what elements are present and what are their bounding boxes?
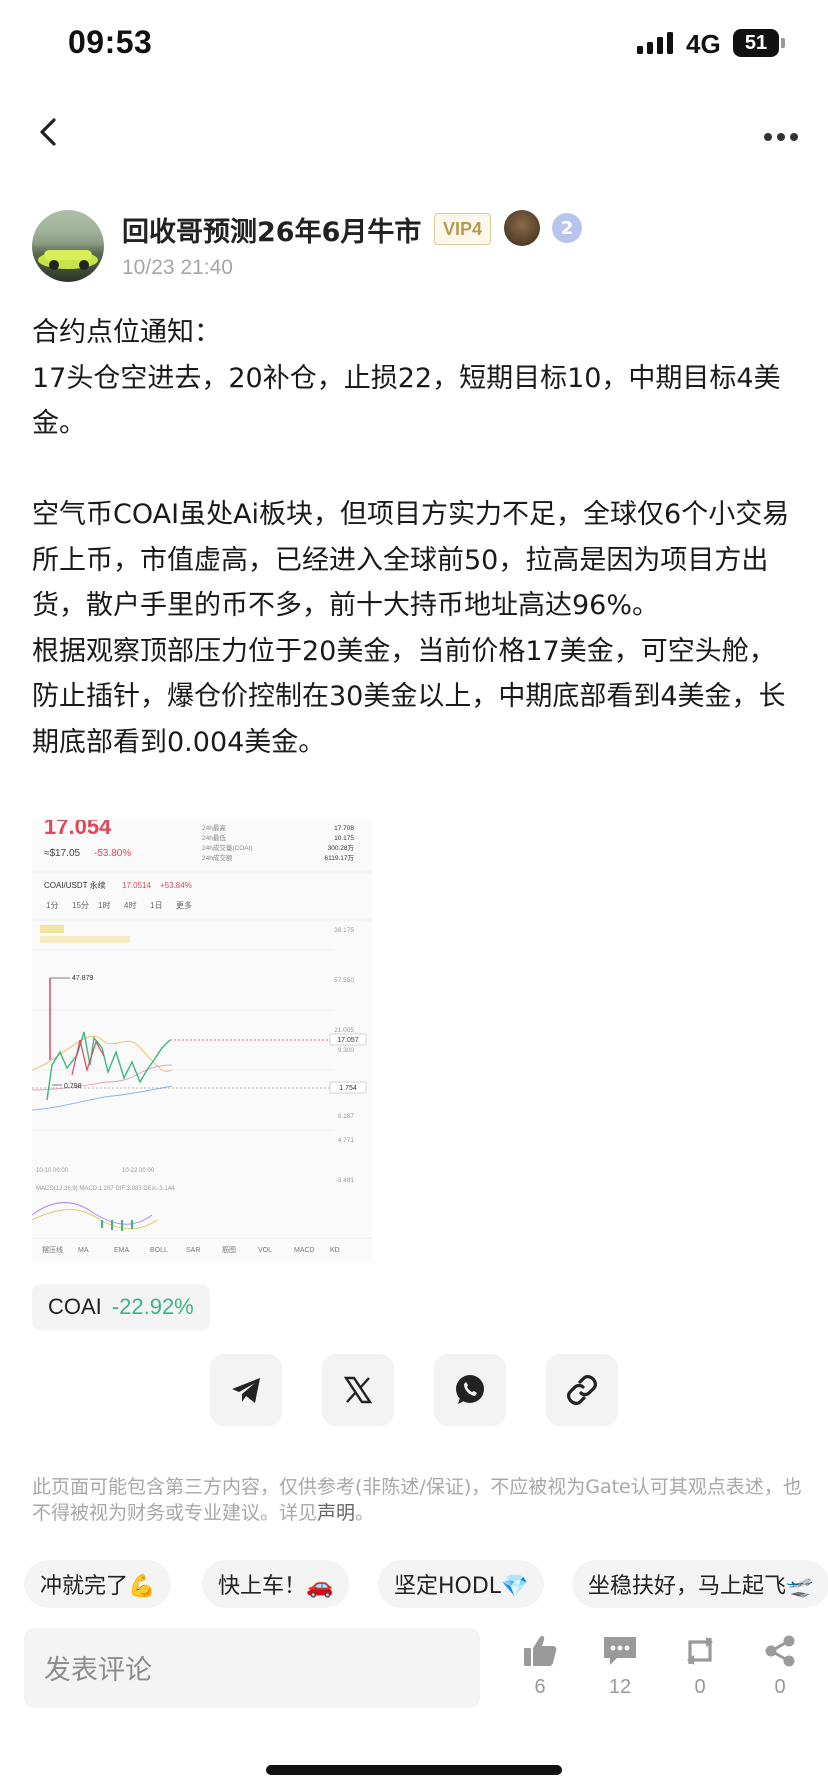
chart-timeframe: 4时 — [124, 900, 136, 910]
comment-placeholder: 发表评论 — [44, 1655, 152, 1686]
level-badge: 2 — [552, 213, 582, 243]
telegram-icon — [232, 1378, 260, 1403]
share-icon — [765, 1635, 795, 1667]
chart-stat-value: 6119.17万 — [324, 854, 354, 862]
chart-indicator-tab: SAR — [186, 1247, 200, 1254]
quick-reply-chip[interactable]: 坐稳扶好，马上起飞🛫 — [572, 1560, 828, 1608]
avatar[interactable] — [32, 210, 104, 282]
network-type: 4G — [686, 29, 721, 59]
status-time: 09:53 — [68, 24, 153, 60]
chart-timeframe: 1时 — [98, 900, 110, 910]
chart-stat-label: 24h成交量(COAI) — [202, 843, 253, 852]
post-paragraph: 空气币COAI虽处Ai板块，但项目方实力不足，全球仅6个小交易所上币，市值虚高，… — [32, 499, 790, 621]
chart-axis-label: 0.187 — [338, 1113, 355, 1120]
chart-pair: COAI/USDT 永续 — [44, 880, 106, 890]
vip-badge: VIP4 — [434, 213, 492, 245]
chart-indicator-tab: MA — [78, 1247, 89, 1254]
disclaimer-text: 此页面可能包含第三方内容，仅供参考(非陈述/保证)，不应被视为Gate认可其观点… — [32, 1476, 802, 1524]
post-paragraph-blank — [32, 447, 802, 493]
chart-stat-label: 24h成交额 — [202, 853, 233, 862]
signal-icon — [637, 32, 673, 54]
disclaimer: 此页面可能包含第三方内容，仅供参考(非陈述/保证)，不应被视为Gate认可其观点… — [32, 1474, 802, 1526]
medal-icon — [504, 210, 540, 246]
post-paragraph: 合约点位通知： — [32, 317, 221, 348]
chart-indicator-tab: MACD — [294, 1247, 315, 1254]
chart-axis-label: 57.550 — [334, 977, 354, 984]
chart-timeframe: 1日 — [150, 901, 162, 910]
share-telegram-button[interactable] — [210, 1354, 282, 1426]
chart-low-label: 0.798 — [64, 1083, 82, 1090]
home-indicator — [266, 1765, 562, 1775]
chart-stat-value: 300.28万 — [328, 844, 355, 852]
chart-low-price-tag: 1.754 — [339, 1085, 357, 1092]
coin-tag-name: COAI — [48, 1294, 102, 1319]
chart-axis-label: 21.005 — [334, 1027, 354, 1034]
repost-icon — [687, 1637, 713, 1665]
chart-pair-price: 17.0514 — [122, 881, 151, 890]
chart-sub-change: -53.80% — [94, 848, 131, 859]
more-options-icon[interactable] — [764, 126, 803, 145]
chart-price: 17.054 — [44, 820, 112, 839]
avatar-car-image — [32, 210, 104, 270]
like-count: 6 — [534, 1676, 546, 1698]
coin-tag-change: -22.92% — [111, 1294, 194, 1319]
chart-stat-label: 24h最低 — [202, 833, 226, 842]
whatsapp-icon — [456, 1375, 484, 1404]
repost-count: 0 — [694, 1676, 706, 1698]
chart-axis-label: 4.771 — [338, 1137, 355, 1144]
share-whatsapp-button[interactable] — [434, 1354, 506, 1426]
chart-indicator-tab: VOL — [258, 1247, 272, 1254]
chart-indicator-tab: EMA — [114, 1247, 130, 1254]
like-button[interactable]: 6 — [510, 1634, 570, 1699]
comment-icon — [604, 1637, 636, 1665]
chart-image[interactable]: 17.054 ≈$17.05 -53.80% 24h最高 24h最低 24h成交… — [32, 820, 372, 1262]
coin-tag[interactable]: COAI -22.92% — [32, 1284, 210, 1330]
quick-reply-chip[interactable]: 快上车！🚗 — [202, 1560, 350, 1608]
chart-indicator-line: MACD(12,26,9) MACD:1.207 DIF:3.083 DEA:-… — [36, 1186, 175, 1192]
chart-date-label: 10-22 00:00 — [122, 1168, 155, 1174]
comment-count: 12 — [608, 1676, 632, 1698]
disclaimer-end: 。 — [355, 1502, 375, 1524]
chart-date-label: 10-10 00:00 — [36, 1168, 69, 1174]
author-name[interactable]: 回收哥预测26年6月牛市 — [122, 210, 421, 249]
battery-cap — [781, 38, 785, 48]
copy-link-button[interactable] — [546, 1354, 618, 1426]
chart-axis-label: 38.175 — [334, 927, 354, 934]
link-icon — [567, 1375, 597, 1405]
repost-button[interactable]: 0 — [670, 1634, 730, 1699]
chart-pair-change: +53.84% — [160, 881, 192, 890]
chart-sub-price: ≈$17.05 — [44, 848, 81, 859]
x-icon — [343, 1376, 373, 1404]
chart-timeframe: 更多 — [176, 900, 192, 910]
battery-icon: 51 — [733, 29, 779, 57]
quick-reply-chip[interactable]: 冲就完了💪 — [24, 1560, 172, 1608]
chart-current-price-tag: 17.057 — [337, 1037, 359, 1044]
share-x-button[interactable] — [322, 1354, 394, 1426]
back-arrow-icon[interactable] — [36, 112, 60, 152]
chart-axis-label: 9.300 — [338, 1047, 355, 1054]
post-timestamp: 10/23 21:40 — [122, 256, 233, 279]
disclaimer-link[interactable]: 声明 — [317, 1502, 355, 1524]
post-content: 合约点位通知： 17头仓空进去，20补仓，止损22，短期目标10，中期目标4美金… — [32, 310, 802, 765]
chart-indicator-tab: KD — [330, 1247, 340, 1254]
chart-indicator-tab: 摆压线 — [42, 1245, 63, 1254]
chart-indicator-tab: BOLL — [150, 1247, 168, 1254]
share-button[interactable]: 0 — [750, 1634, 810, 1699]
share-count: 0 — [774, 1676, 786, 1698]
chart-indicator-tab: 筋图 — [222, 1245, 236, 1254]
chart-timeframe: 15分 — [72, 901, 89, 910]
post-paragraph: 根据观察顶部压力位于20美金，当前价格17美金，可空头舱，防止插针，爆仓价控制在… — [32, 635, 786, 758]
quick-reply-chip[interactable]: 坚定HODL💎 — [378, 1560, 545, 1608]
post-paragraph: 17头仓空进去，20补仓，止损22，短期目标10，中期目标4美金。 — [32, 362, 781, 440]
chart-timeframe: 1分 — [46, 901, 58, 910]
comment-button[interactable]: 12 — [590, 1634, 650, 1699]
chart-stat-value: 17.708 — [334, 825, 354, 832]
chart-axis-label: -3.481 — [336, 1177, 355, 1184]
chart-stat-label: 24h最高 — [202, 823, 226, 832]
chart-stat-value: 10.175 — [334, 835, 354, 842]
chart-high-label: 47.879 — [72, 975, 94, 982]
thumbs-up-icon — [524, 1636, 557, 1666]
